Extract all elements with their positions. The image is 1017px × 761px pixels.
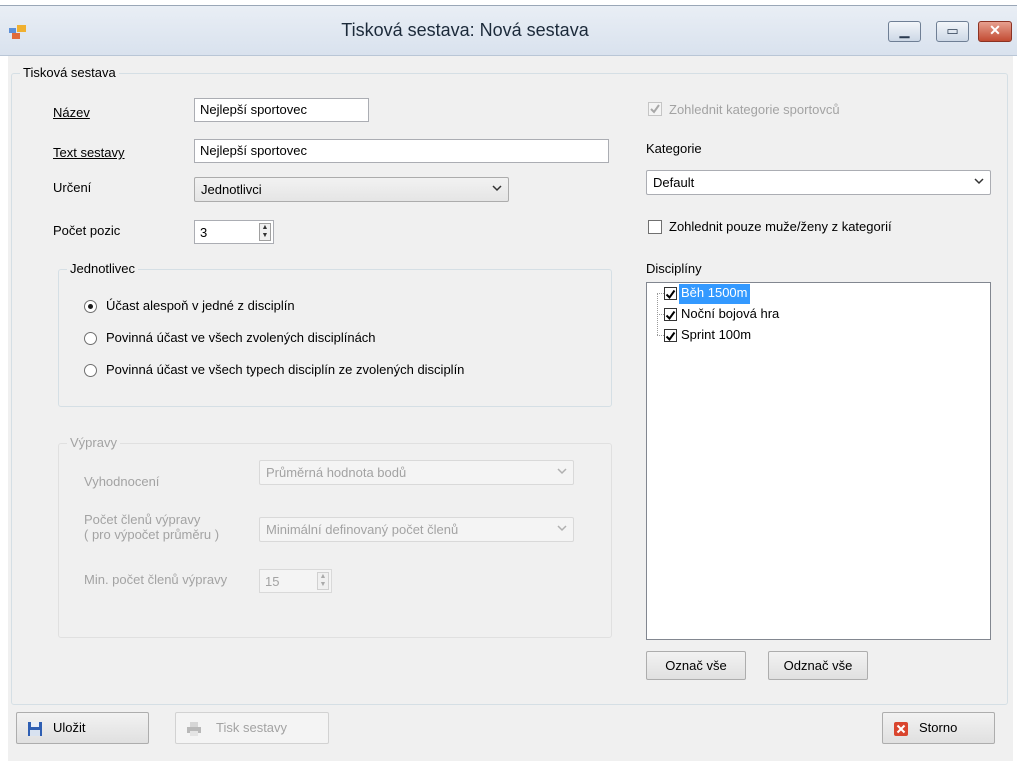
minimize-button[interactable]: ▁ — [888, 21, 921, 42]
min-pocet-clenu-value: 15 — [265, 574, 280, 589]
floppy-disk-icon — [28, 722, 42, 736]
zohlednit-kategorie-checkbox[interactable] — [648, 102, 662, 116]
pocet-clenu-label-2: ( pro výpočet průměru ) — [84, 527, 220, 542]
red-x-icon — [894, 722, 908, 736]
tree-item-checkbox[interactable] — [664, 308, 677, 321]
tisk-sestavy-button[interactable]: Tisk sestavy — [175, 712, 329, 744]
window-title: Tisková sestava: Nová sestava — [341, 20, 589, 40]
ulozit-button[interactable]: Uložit — [16, 712, 149, 744]
radio-povinna-ucast-typech-label[interactable]: Povinná účast ve všech typech disciplín … — [106, 362, 464, 377]
kategorie-select[interactable]: Default — [646, 170, 991, 195]
chevron-down-icon — [974, 178, 984, 185]
radio-povinna-ucast-zvolenych[interactable] — [84, 332, 97, 345]
storno-label: Storno — [919, 720, 958, 735]
spin-down-icon[interactable]: ▼ — [260, 232, 270, 240]
radio-ucast-alespon-label[interactable]: Účast alespoň v jedné z disciplín — [106, 298, 295, 313]
tree-connector — [657, 335, 664, 336]
text-sestavy-input[interactable]: Nejlepší sportovec — [194, 139, 609, 163]
vyhodnoceni-label: Vyhodnocení — [84, 474, 160, 489]
kategorie-label: Kategorie — [646, 141, 702, 156]
checkmark-icon — [650, 104, 660, 114]
radio-povinna-ucast-zvolenych-label[interactable]: Povinná účast ve všech zvolených discipl… — [106, 330, 376, 345]
tree-connector — [657, 314, 664, 315]
zohlednit-kategorie-label[interactable]: Zohlednit kategorie sportovců — [669, 102, 840, 117]
tree-item-checkbox[interactable] — [664, 287, 677, 300]
chevron-down-icon — [557, 468, 567, 475]
checkmark-icon — [665, 331, 676, 342]
zohlednit-pohlavi-label[interactable]: Zohlednit pouze muže/ženy z kategorií — [669, 219, 892, 234]
nazev-input[interactable]: Nejlepší sportovec — [194, 98, 369, 122]
zohlednit-pohlavi-checkbox[interactable] — [648, 220, 662, 234]
min-pocet-clenu-stepper[interactable]: 15 ▲ ▼ — [259, 569, 332, 593]
tree-item-beh-1500m[interactable]: Běh 1500m — [679, 284, 750, 304]
radio-povinna-ucast-typech[interactable] — [84, 364, 97, 377]
pocet-pozic-spin-buttons[interactable]: ▲ ▼ — [259, 223, 271, 241]
chevron-down-icon — [492, 185, 502, 192]
maximize-icon: ▭ — [946, 23, 959, 38]
vyhodnoceni-select[interactable]: Průměrná hodnota bodů — [259, 460, 574, 485]
spin-down-icon[interactable]: ▼ — [318, 581, 328, 589]
kategorie-select-value: Default — [653, 175, 695, 190]
pocet-clenu-select[interactable]: Minimální definovaný počet členů — [259, 517, 574, 542]
checkmark-icon — [665, 289, 676, 300]
printer-icon — [187, 722, 201, 736]
oznac-vse-button[interactable]: Označ vše — [646, 651, 746, 680]
odznac-vse-button[interactable]: Odznač vše — [768, 651, 868, 680]
tree-item-sprint-100m[interactable]: Sprint 100m — [679, 326, 753, 346]
vyhodnoceni-select-value: Průměrná hodnota bodů — [266, 465, 407, 480]
urceni-label: Určení — [53, 180, 92, 195]
spin-up-icon[interactable]: ▲ — [318, 573, 328, 581]
maximize-button[interactable]: ▭ — [936, 21, 969, 42]
min-pocet-clenu-label: Min. počet členů výpravy — [84, 572, 228, 587]
dialog-window: Tisková sestava: Nová sestava ▁ ▭ ✕ Tisk… — [0, 0, 1017, 761]
pocet-pozic-stepper[interactable]: 3 ▲ ▼ — [194, 220, 274, 244]
discipliny-label: Disciplíny — [646, 261, 702, 276]
discipliny-tree[interactable]: Běh 1500m Noční bojová hra Sprint 100m — [646, 282, 991, 640]
nazev-label: Název — [53, 105, 90, 120]
close-icon: ✕ — [989, 22, 1001, 38]
pocet-pozic-value: 3 — [200, 225, 208, 240]
urceni-select-value: Jednotlivci — [201, 182, 262, 197]
tree-item-nocni-bojova-hra[interactable]: Noční bojová hra — [679, 305, 781, 325]
minimize-icon: ▁ — [899, 23, 910, 38]
vypravy-legend: Výpravy — [67, 435, 120, 450]
checkmark-icon — [665, 310, 676, 321]
tree-item-checkbox[interactable] — [664, 329, 677, 342]
title-bar[interactable]: Tisková sestava: Nová sestava ▁ ▭ ✕ — [0, 6, 1017, 56]
pocet-clenu-select-value: Minimální definovaný počet členů — [266, 522, 459, 537]
tisk-sestavy-label: Tisk sestavy — [216, 720, 288, 735]
close-button[interactable]: ✕ — [978, 21, 1012, 42]
pocet-clenu-label-1: Počet členů výpravy — [84, 512, 201, 527]
jednotlivec-legend: Jednotlivec — [67, 261, 139, 276]
ulozit-label: Uložit — [53, 720, 86, 735]
urceni-select[interactable]: Jednotlivci — [194, 177, 509, 202]
radio-ucast-alespon[interactable] — [84, 300, 97, 313]
main-group-legend: Tisková sestava — [20, 65, 119, 80]
dialog-client-area: Tisková sestava Název Nejlepší sportovec… — [8, 56, 1013, 761]
text-sestavy-label: Text sestavy — [53, 145, 125, 160]
min-pocet-spin-buttons[interactable]: ▲ ▼ — [317, 572, 329, 590]
chevron-down-icon — [557, 525, 567, 532]
pocet-pozic-label: Počet pozic — [53, 223, 121, 238]
storno-button[interactable]: Storno — [882, 712, 995, 744]
spin-up-icon[interactable]: ▲ — [260, 224, 270, 232]
tree-connector — [657, 293, 664, 294]
